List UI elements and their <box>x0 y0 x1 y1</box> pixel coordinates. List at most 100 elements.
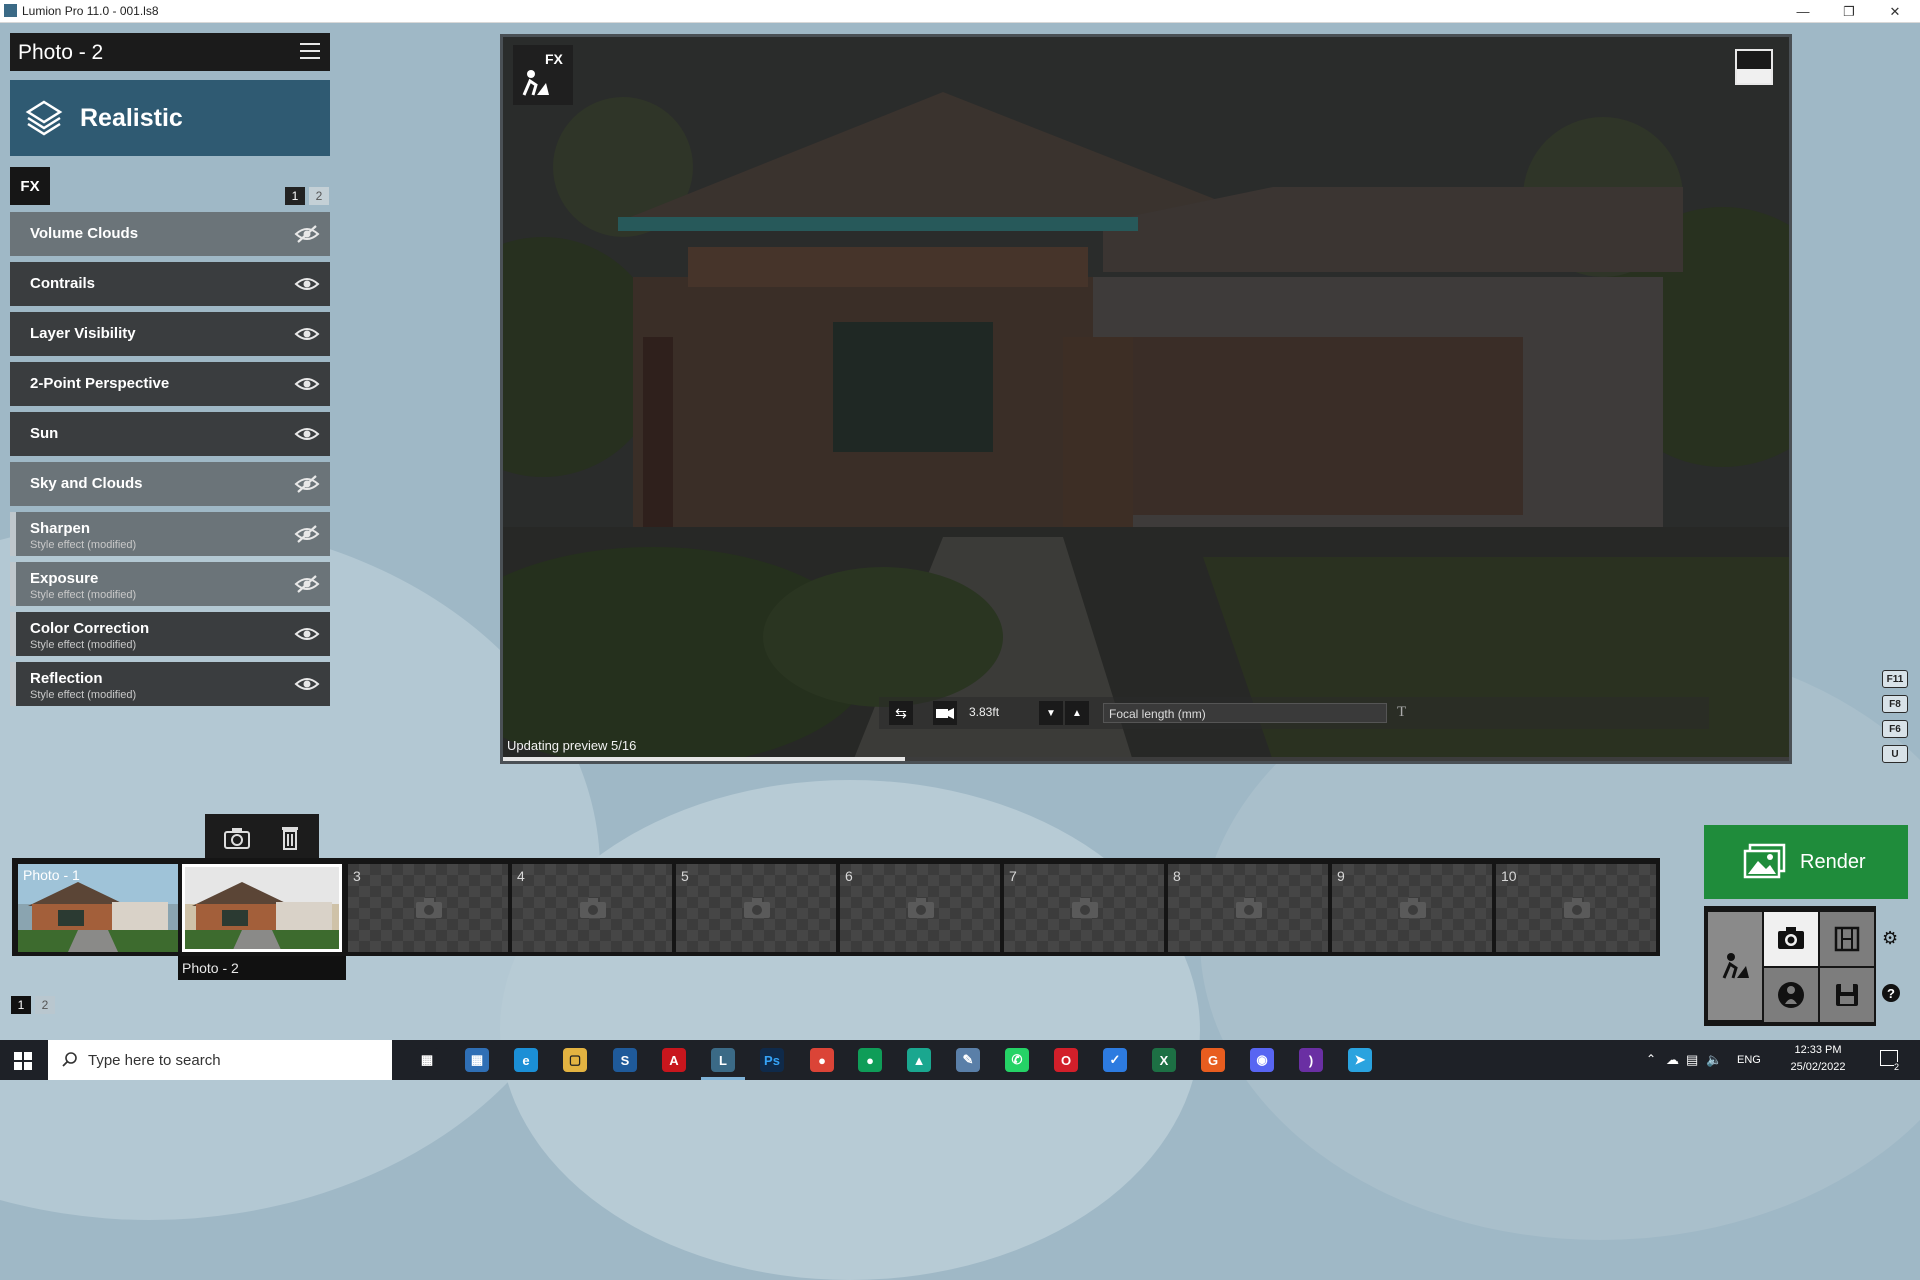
filmstrip-page-2[interactable]: 2 <box>35 996 55 1014</box>
effect-accent <box>10 612 16 656</box>
effect-row[interactable]: Color Correction Style effect (modified) <box>10 612 330 656</box>
slot-label: Photo - 1 <box>23 867 80 883</box>
todo-icon[interactable]: ✓ <box>1103 1048 1127 1072</box>
viewport[interactable]: FX ⇆ 3.83ft ▼ ▲ Focal length (mm) T Upda… <box>500 34 1792 764</box>
empty-photo-slot[interactable]: 7 <box>1004 864 1164 952</box>
discord-icon[interactable]: ◉ <box>1250 1048 1274 1072</box>
empty-photo-slot[interactable]: 9 <box>1332 864 1492 952</box>
menu-icon[interactable] <box>300 43 320 61</box>
filmstrip-page-1[interactable]: 1 <box>11 996 31 1014</box>
f11-key-button[interactable]: F11 <box>1882 670 1908 688</box>
save-icon <box>1836 984 1858 1006</box>
chrome-icon[interactable]: ● <box>810 1048 834 1072</box>
eye-hidden-icon[interactable] <box>294 474 320 494</box>
swap-camera-icon[interactable]: ⇆ <box>889 701 913 725</box>
language-indicator[interactable]: ENG <box>1737 1054 1761 1066</box>
save-file-button[interactable] <box>1820 968 1874 1022</box>
effect-row[interactable]: Layer Visibility <box>10 312 330 356</box>
volume-icon[interactable]: 🔈 <box>1706 1052 1722 1068</box>
task-view-icon[interactable]: ▦ <box>415 1048 439 1072</box>
opera-icon[interactable]: O <box>1054 1048 1078 1072</box>
eye-hidden-icon[interactable] <box>294 224 320 244</box>
eye-icon[interactable] <box>294 274 320 294</box>
empty-photo-slot[interactable]: 6 <box>840 864 1000 952</box>
effect-row[interactable]: Sharpen Style effect (modified) <box>10 512 330 556</box>
eye-hidden-icon[interactable] <box>294 524 320 544</box>
lumion-taskbar-icon[interactable]: L <box>711 1048 735 1072</box>
focal-length-label: Focal length (mm) <box>1109 707 1206 721</box>
focal-length-field[interactable]: Focal length (mm) <box>1103 703 1387 723</box>
save-camera-icon[interactable] <box>223 826 251 850</box>
empty-photo-slot[interactable]: 10 <box>1496 864 1656 952</box>
photo-mode-button[interactable] <box>1764 912 1818 966</box>
close-button[interactable]: ✕ <box>1872 0 1918 23</box>
effect-subtitle: Style effect (modified) <box>30 539 137 551</box>
photoshop-icon[interactable]: Ps <box>760 1048 784 1072</box>
effect-row[interactable]: Sky and Clouds <box>10 462 330 506</box>
height-down-button[interactable]: ▼ <box>1039 701 1063 725</box>
taskbar-search-box[interactable]: Type here to search <box>48 1040 392 1080</box>
style-banner[interactable]: Realistic <box>10 80 330 156</box>
f6-key-button[interactable]: F6 <box>1882 720 1908 738</box>
delete-icon[interactable] <box>279 824 305 852</box>
movie-mode-button[interactable] <box>1820 912 1874 966</box>
photo-slot[interactable]: Photo - 1 <box>18 864 178 952</box>
camera-placeholder-icon <box>742 896 772 920</box>
clock-date[interactable]: 25/02/2022 <box>1786 1061 1850 1073</box>
height-up-button[interactable]: ▲ <box>1065 701 1089 725</box>
minimize-button[interactable]: — <box>1780 0 1826 23</box>
fx-page-1[interactable]: 1 <box>285 187 305 205</box>
text-tool-icon[interactable]: T <box>1397 704 1406 721</box>
eye-hidden-icon[interactable] <box>294 574 320 594</box>
eye-icon[interactable] <box>294 424 320 444</box>
photo-slot-selected[interactable] <box>182 864 342 952</box>
effect-row[interactable]: Exposure Style effect (modified) <box>10 562 330 606</box>
empty-photo-slot[interactable]: 8 <box>1168 864 1328 952</box>
build-mode-button[interactable] <box>1708 912 1762 1020</box>
render-button[interactable]: Render <box>1704 825 1908 899</box>
preview-progress-track <box>503 757 1789 761</box>
onedrive-icon[interactable]: ☁ <box>1666 1052 1679 1068</box>
style-name: Realistic <box>80 104 183 132</box>
effect-row[interactable]: Volume Clouds <box>10 212 330 256</box>
effect-row[interactable]: 2-Point Perspective <box>10 362 330 406</box>
excel-icon[interactable]: X <box>1152 1048 1176 1072</box>
sketch-icon[interactable]: ✎ <box>956 1048 980 1072</box>
restore-button[interactable]: ❐ <box>1826 0 1872 23</box>
panorama-mode-button[interactable] <box>1764 968 1818 1022</box>
empty-photo-slot[interactable]: 5 <box>676 864 836 952</box>
help-icon[interactable]: ? <box>1882 984 1900 1002</box>
app-icon-green[interactable]: ▲ <box>907 1048 931 1072</box>
edge-icon[interactable]: e <box>514 1048 538 1072</box>
effect-name: Reflection <box>30 670 103 687</box>
chrome-2-icon[interactable]: ● <box>858 1048 882 1072</box>
eye-icon[interactable] <box>294 374 320 394</box>
telegram-icon[interactable]: ➤ <box>1348 1048 1372 1072</box>
empty-photo-slot[interactable]: 3 <box>348 864 508 952</box>
fx-page-2[interactable]: 2 <box>309 187 329 205</box>
effect-row[interactable]: Sun <box>10 412 330 456</box>
grammarly-icon[interactable]: G <box>1201 1048 1225 1072</box>
acrobat-icon[interactable]: A <box>662 1048 686 1072</box>
clock-time[interactable]: 12:33 PM <box>1790 1044 1846 1056</box>
eye-icon[interactable] <box>294 674 320 694</box>
network-icon[interactable]: ▤ <box>1686 1052 1698 1068</box>
tray-chevron-icon[interactable]: ⌃ <box>1646 1052 1656 1066</box>
eye-icon[interactable] <box>294 624 320 644</box>
settings-gear-icon[interactable]: ⚙ <box>1882 928 1898 949</box>
app-icon-s[interactable]: S <box>613 1048 637 1072</box>
empty-photo-slot[interactable]: 4 <box>512 864 672 952</box>
fx-edit-button[interactable]: FX <box>513 45 573 105</box>
effect-row[interactable]: Reflection Style effect (modified) <box>10 662 330 706</box>
f8-key-button[interactable]: F8 <box>1882 695 1908 713</box>
app-icon-purple[interactable]: ) <box>1299 1048 1323 1072</box>
u-key-button[interactable]: U <box>1882 745 1908 763</box>
windows-start-icon[interactable] <box>14 1052 32 1070</box>
fx-tab[interactable]: FX <box>10 167 50 205</box>
eye-icon[interactable] <box>294 324 320 344</box>
file-explorer-icon[interactable]: ▢ <box>563 1048 587 1072</box>
effect-row[interactable]: Contrails <box>10 262 330 306</box>
preview-quality-toggle[interactable] <box>1735 49 1773 85</box>
calculator-icon[interactable]: ▦ <box>465 1048 489 1072</box>
whatsapp-icon[interactable]: ✆ <box>1005 1048 1029 1072</box>
